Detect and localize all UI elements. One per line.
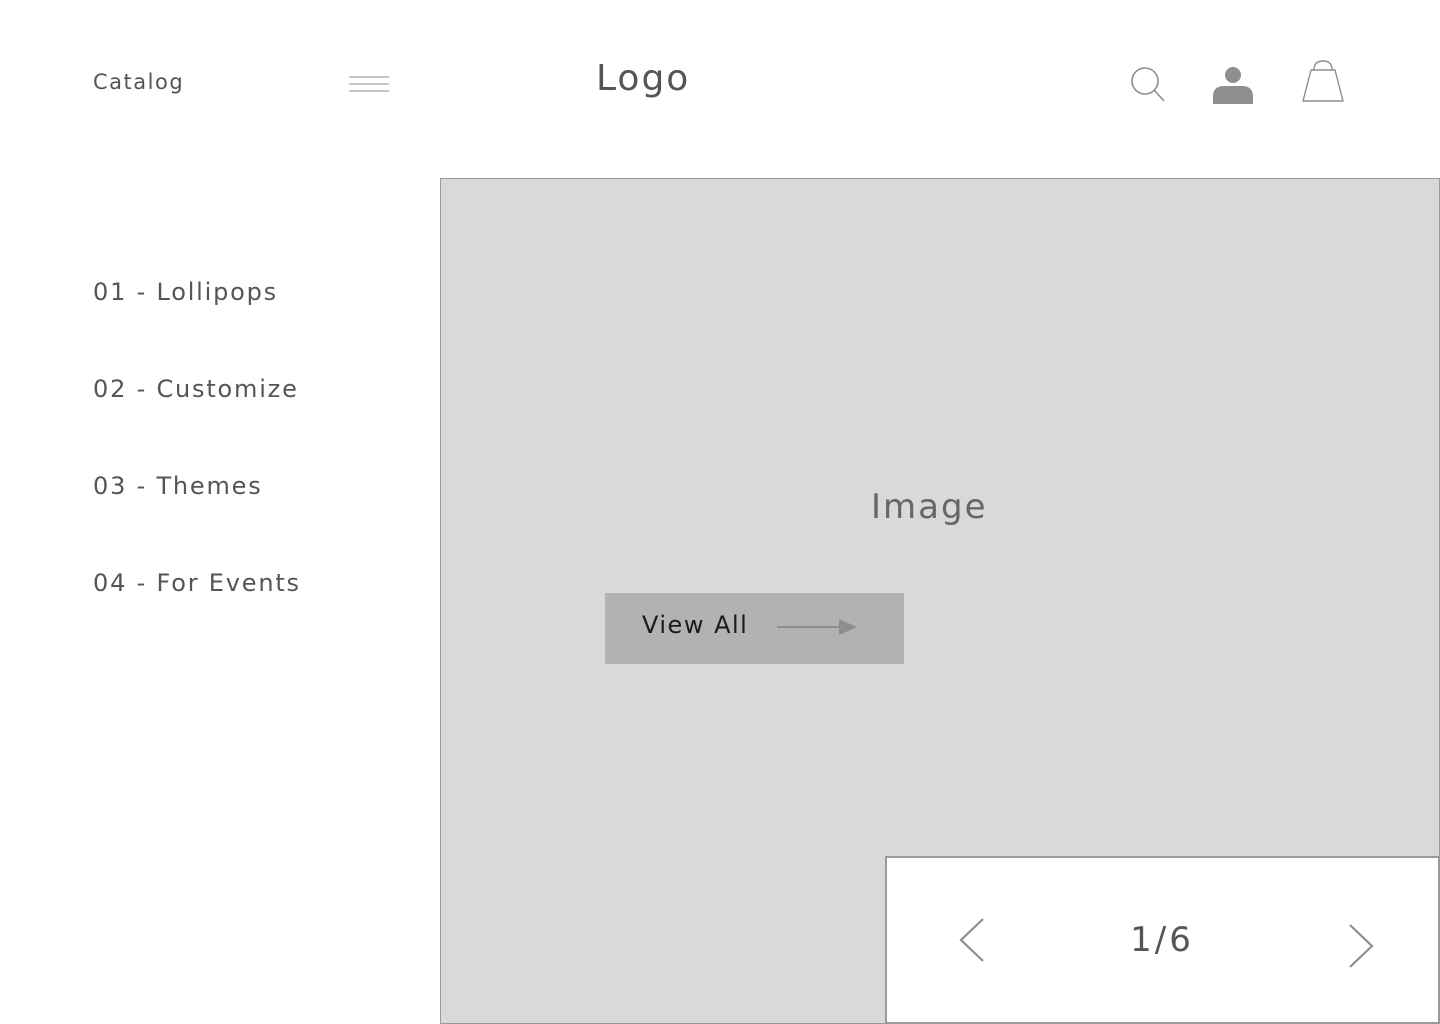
chevron-right-icon [1349,924,1374,968]
user-icon [1213,67,1253,104]
logo[interactable]: Logo [596,58,690,99]
cart-button[interactable] [1300,58,1346,104]
catalog-link[interactable]: Catalog [93,70,184,94]
next-slide-button[interactable] [1342,922,1378,970]
chevron-left-icon [959,918,984,962]
side-nav-item-for-events[interactable]: 04 - For Events [93,569,301,597]
account-button[interactable] [1210,64,1256,106]
slide-pager: 1/6 [885,856,1440,1024]
search-icon [1131,67,1165,102]
menu-button[interactable] [346,72,392,98]
side-nav-item-lollipops[interactable]: 01 - Lollipops [93,278,278,306]
side-nav-item-customize[interactable]: 02 - Customize [93,375,299,403]
previous-slide-button[interactable] [955,916,991,964]
arrow-right-icon [777,619,857,635]
view-all-button[interactable]: View All [605,593,904,664]
search-button[interactable] [1127,62,1167,106]
hamburger-icon [349,76,389,92]
slide-counter: 1/6 [1130,920,1194,960]
image-placeholder-label: Image [871,487,988,527]
shopping-bag-icon [1302,60,1344,102]
side-nav-item-themes[interactable]: 03 - Themes [93,472,263,500]
view-all-label: View All [642,611,749,639]
